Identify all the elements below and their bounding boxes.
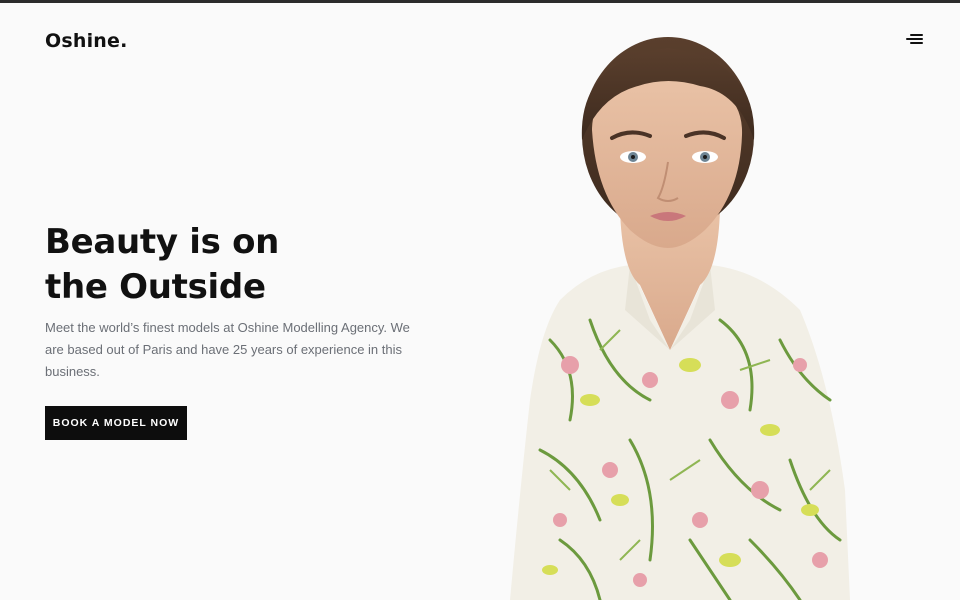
brand-logo[interactable]: Oshine. — [45, 30, 128, 52]
hero-model-image — [500, 20, 860, 600]
book-model-button[interactable]: BOOK A MODEL NOW — [45, 406, 187, 440]
hero-title-line-1: Beauty is on — [45, 222, 280, 262]
hero-description: Meet the world’s finest models at Oshine… — [45, 320, 410, 379]
hero-title: Beauty is on the Outside — [45, 220, 405, 310]
hamburger-menu-icon[interactable] — [903, 33, 923, 47]
hero-title-line-2: the Outside — [45, 267, 266, 307]
top-border — [0, 0, 960, 3]
